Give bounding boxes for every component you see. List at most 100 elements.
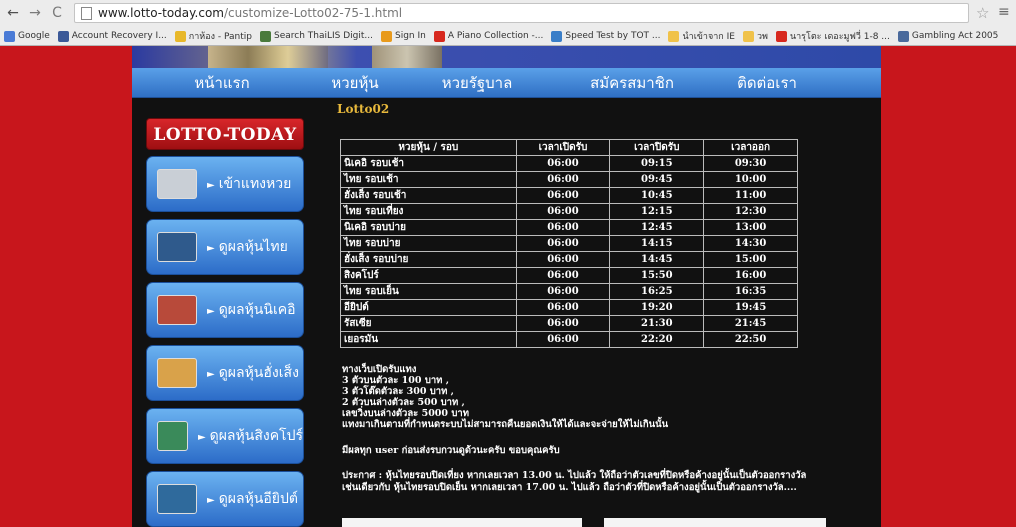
bookmark-star-icon[interactable]: ☆ xyxy=(976,4,989,22)
page-title: Lotto02 xyxy=(337,102,390,116)
table-cell: สิงคโปร์ xyxy=(340,267,517,284)
nav-gov-lotto[interactable]: หวยรัฐบาล xyxy=(412,71,542,95)
bookmark-label: Account Recovery I... xyxy=(71,31,167,41)
browser-chrome: ← → C www.lotto-today.com /customize-Lot… xyxy=(0,0,1016,46)
table-cell: ไทย รอบเที่ยง xyxy=(340,203,517,220)
bookmark-item[interactable]: นำเข้าจาก IE xyxy=(668,29,735,43)
table-cell: ไทย รอบเย็น xyxy=(340,283,517,300)
bookmark-favicon-icon xyxy=(775,30,787,42)
column-header: เวลาออก xyxy=(703,139,798,156)
bookmark-item[interactable]: Google xyxy=(4,30,50,42)
column-header: เวลาเปิดรับ xyxy=(515,139,611,156)
bookmark-item[interactable]: นารุโตะ เดอะมูฟวี่ 1-8 ... xyxy=(775,29,890,43)
table-cell: 14:45 xyxy=(609,251,705,268)
table-cell: 06:00 xyxy=(515,299,611,316)
stock-chart-icon xyxy=(157,421,188,451)
table-cell: 12:30 xyxy=(703,203,798,220)
nav-stock-lotto[interactable]: หวยหุ้น xyxy=(315,71,395,95)
nav-home[interactable]: หน้าแรก xyxy=(172,71,272,95)
table-cell: 21:45 xyxy=(703,315,798,332)
address-bar[interactable]: www.lotto-today.com /customize-Lotto02-7… xyxy=(74,3,969,23)
bookmark-label: Gambling Act 2005 xyxy=(911,31,999,41)
url-domain: www.lotto-today.com xyxy=(98,6,224,20)
table-header-row: หวยหุ้น / รอบ เวลาเปิดรับ เวลาปิดรับ เวล… xyxy=(340,139,798,156)
bookmark-item[interactable]: Speed Test by TOT ... xyxy=(551,30,661,42)
bookmark-favicon-icon xyxy=(897,30,909,42)
bookmark-label: Search ThaiLIS Digit... xyxy=(273,31,373,41)
bookmark-label: นารุโตะ เดอะมูฟวี่ 1-8 ... xyxy=(789,32,890,42)
table-cell: ฮั่งเส็ง รอบบ่าย xyxy=(340,251,517,268)
bookmark-item[interactable]: วพ xyxy=(742,29,768,43)
info-line: แทงมาเกินตามที่กำหนดระบบไม่สามารถคืนยอดเ… xyxy=(342,419,669,430)
stock-chart-icon xyxy=(157,358,197,388)
browser-toolbar: ← → C www.lotto-today.com /customize-Lot… xyxy=(0,0,1016,26)
arrow-right-icon: ► xyxy=(207,243,215,254)
sidebar-item-label: เข้าแทงหวย xyxy=(218,176,292,192)
arrow-right-icon: ► xyxy=(197,432,206,443)
bookmark-item[interactable]: Gambling Act 2005 xyxy=(897,30,999,42)
back-icon[interactable]: ← xyxy=(4,4,22,22)
bookmark-item[interactable]: A Piano Collection -... xyxy=(433,30,544,42)
table-row: ไทย รอบเที่ยง 06:00 12:15 12:30 xyxy=(340,203,798,220)
arrow-right-icon: ► xyxy=(207,306,215,317)
page-edge xyxy=(1005,46,1016,527)
sidebar-item-singapore[interactable]: ► ดูผลหุ้นสิงคโปร์ xyxy=(146,408,304,464)
bookmark-favicon-icon xyxy=(380,30,392,42)
table-row: สิงคโปร์ 06:00 15:50 16:00 xyxy=(340,267,798,284)
table-cell: 15:50 xyxy=(609,267,705,284)
sidebar-item-label: ดูผลหุ้นอียิปต์ xyxy=(218,491,298,507)
bookmark-label: กาห้อง - Pantip xyxy=(188,32,252,42)
table-cell: นิเคอิ รอบบ่าย xyxy=(340,219,517,236)
bookmark-label: Sign In xyxy=(394,31,426,41)
table-cell: นิเคอิ รอบเช้า xyxy=(340,155,517,172)
info-line: เลขวิ่งบนล่างตัวละ 5000 บาท xyxy=(342,408,469,419)
stock-chart-icon xyxy=(157,232,197,262)
info-line: ทางเว็บเปิดรับแทง xyxy=(342,364,417,375)
table-cell: 06:00 xyxy=(515,331,611,348)
bookmark-label: A Piano Collection -... xyxy=(447,31,544,41)
user-notice: มีผลทุก user ก่อนส่งรบกวนดูด้วนะครับ ขอบ… xyxy=(342,445,560,456)
table-row: ฮั่งเส็ง รอบบ่าย 06:00 14:45 15:00 xyxy=(340,251,798,268)
table-cell: ไทย รอบบ่าย xyxy=(340,235,517,252)
table-row: นิเคอิ รอบบ่าย 06:00 12:45 13:00 xyxy=(340,219,798,236)
reload-icon[interactable]: C xyxy=(48,4,66,22)
table-row: อียิปต์ 06:00 19:20 19:45 xyxy=(340,299,798,316)
bookmark-label: Speed Test by TOT ... xyxy=(565,31,661,41)
table-cell: 22:50 xyxy=(703,331,798,348)
table-cell: 09:15 xyxy=(609,155,705,172)
result-box xyxy=(604,518,826,527)
table-cell: 06:00 xyxy=(515,219,611,236)
bookmark-item[interactable]: Account Recovery I... xyxy=(57,30,167,42)
nav-contact[interactable]: ติดต่อเรา xyxy=(712,71,822,95)
table-cell: ไทย รอบเช้า xyxy=(340,171,517,188)
banner-graphic xyxy=(208,46,328,68)
nav-register[interactable]: สมัครสมาชิก xyxy=(577,71,687,95)
bookmark-favicon-icon xyxy=(4,30,15,42)
sidebar-item-bet[interactable]: ► เข้าแทงหวย xyxy=(146,156,304,212)
table-cell: 10:45 xyxy=(609,187,705,204)
bookmark-item[interactable]: Sign In xyxy=(380,30,426,42)
forward-icon[interactable]: → xyxy=(26,4,44,22)
table-cell: 12:15 xyxy=(609,203,705,220)
sidebar-item-thai[interactable]: ► ดูผลหุ้นไทย xyxy=(146,219,304,275)
bookmark-item[interactable]: Search ThaiLIS Digit... xyxy=(259,30,373,42)
table-cell: 06:00 xyxy=(515,267,611,284)
sidebar-item-egypt[interactable]: ► ดูผลหุ้นอียิปต์ xyxy=(146,471,304,527)
table-cell: 14:30 xyxy=(703,235,798,252)
info-line: 3 ตัวบนตัวละ 100 บาท , xyxy=(342,375,450,386)
info-line: 2 ตัวบนล่างตัวละ 500 บาท , xyxy=(342,397,465,408)
sidebar-item-nikkei[interactable]: ► ดูผลหุ้นนิเคอิ xyxy=(146,282,304,338)
sidebar-item-label: ดูผลหุ้นฮั่งเส็ง xyxy=(218,365,299,381)
table-cell: 14:15 xyxy=(609,235,705,252)
table-cell: 10:00 xyxy=(703,171,798,188)
table-cell: 19:45 xyxy=(703,299,798,316)
table-cell: 19:20 xyxy=(609,299,705,316)
table-cell: 06:00 xyxy=(515,203,611,220)
menu-icon[interactable]: ≡ xyxy=(998,4,1010,20)
table-cell: 06:00 xyxy=(515,155,611,172)
result-box xyxy=(342,518,582,527)
bookmark-item[interactable]: กาห้อง - Pantip xyxy=(174,29,252,43)
sidebar-item-hangseng[interactable]: ► ดูผลหุ้นฮั่งเส็ง xyxy=(146,345,304,401)
table-row: ไทย รอบบ่าย 06:00 14:15 14:30 xyxy=(340,235,798,252)
table-cell: 06:00 xyxy=(515,171,611,188)
